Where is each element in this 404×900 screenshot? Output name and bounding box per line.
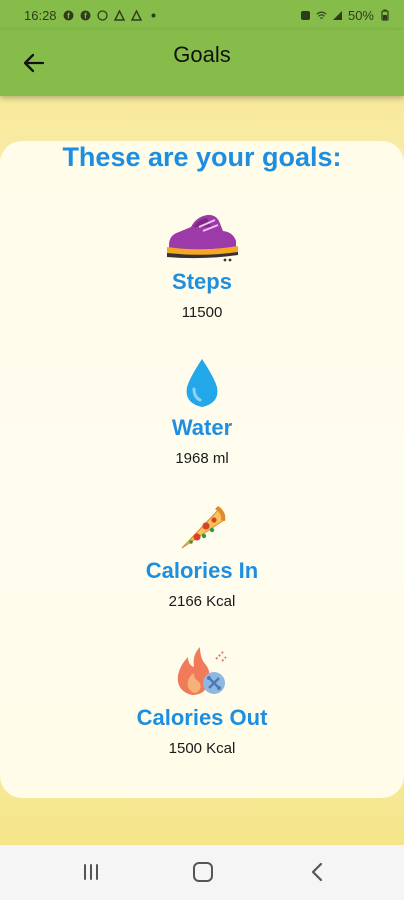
goal-steps: Steps 11500 [0,205,404,321]
home-button[interactable] [188,860,218,884]
goal-label: Calories In [145,558,259,583]
facebook-icon: f [63,10,74,21]
sneaker-icon [167,214,238,262]
dot-icon [148,10,159,21]
fire-icon [177,647,227,695]
status-left: 16:28 f f [24,8,159,23]
wifi-icon [316,10,327,21]
facebook-icon: f [80,10,91,21]
recents-icon [84,864,98,880]
page-title: Goals [173,42,231,67]
goal-label: Water [171,415,233,440]
goal-label: Steps [172,269,232,294]
goal-label: Calories Out [136,705,268,730]
goal-water: Water 1968 ml [0,357,404,467]
status-bar: 16:28 f f 50% [0,0,404,30]
pizza-icon [181,506,226,549]
nav-back-button[interactable] [302,860,332,884]
goal-calories-in: Calories In 2166 Kcal [0,500,404,610]
svg-text:f: f [67,11,70,20]
signal-icon [332,10,343,21]
app-icon [130,9,142,21]
battery-text: 50% [347,7,374,23]
water-drop-icon [186,359,218,407]
recents-button[interactable] [76,860,106,884]
goal-calories-out: Calories Out 1500 Kcal [0,643,404,757]
app-bar: Goals [0,30,404,96]
goal-value: 11500 [181,304,223,321]
alarm-icon [300,10,311,21]
goal-value: 1500 Kcal [168,740,236,757]
system-nav-bar [0,845,404,900]
goal-value: 2166 Kcal [168,593,236,610]
status-right: 50% [300,8,390,23]
svg-text:f: f [84,11,87,20]
card-title: These are your goals: [62,142,342,172]
battery-icon [379,9,390,21]
whatsapp-icon [96,9,108,21]
back-icon [311,862,323,882]
status-time: 16:28 [24,7,57,23]
goal-value: 1968 ml [175,450,229,467]
app-icon [113,9,125,21]
home-icon [193,862,213,882]
